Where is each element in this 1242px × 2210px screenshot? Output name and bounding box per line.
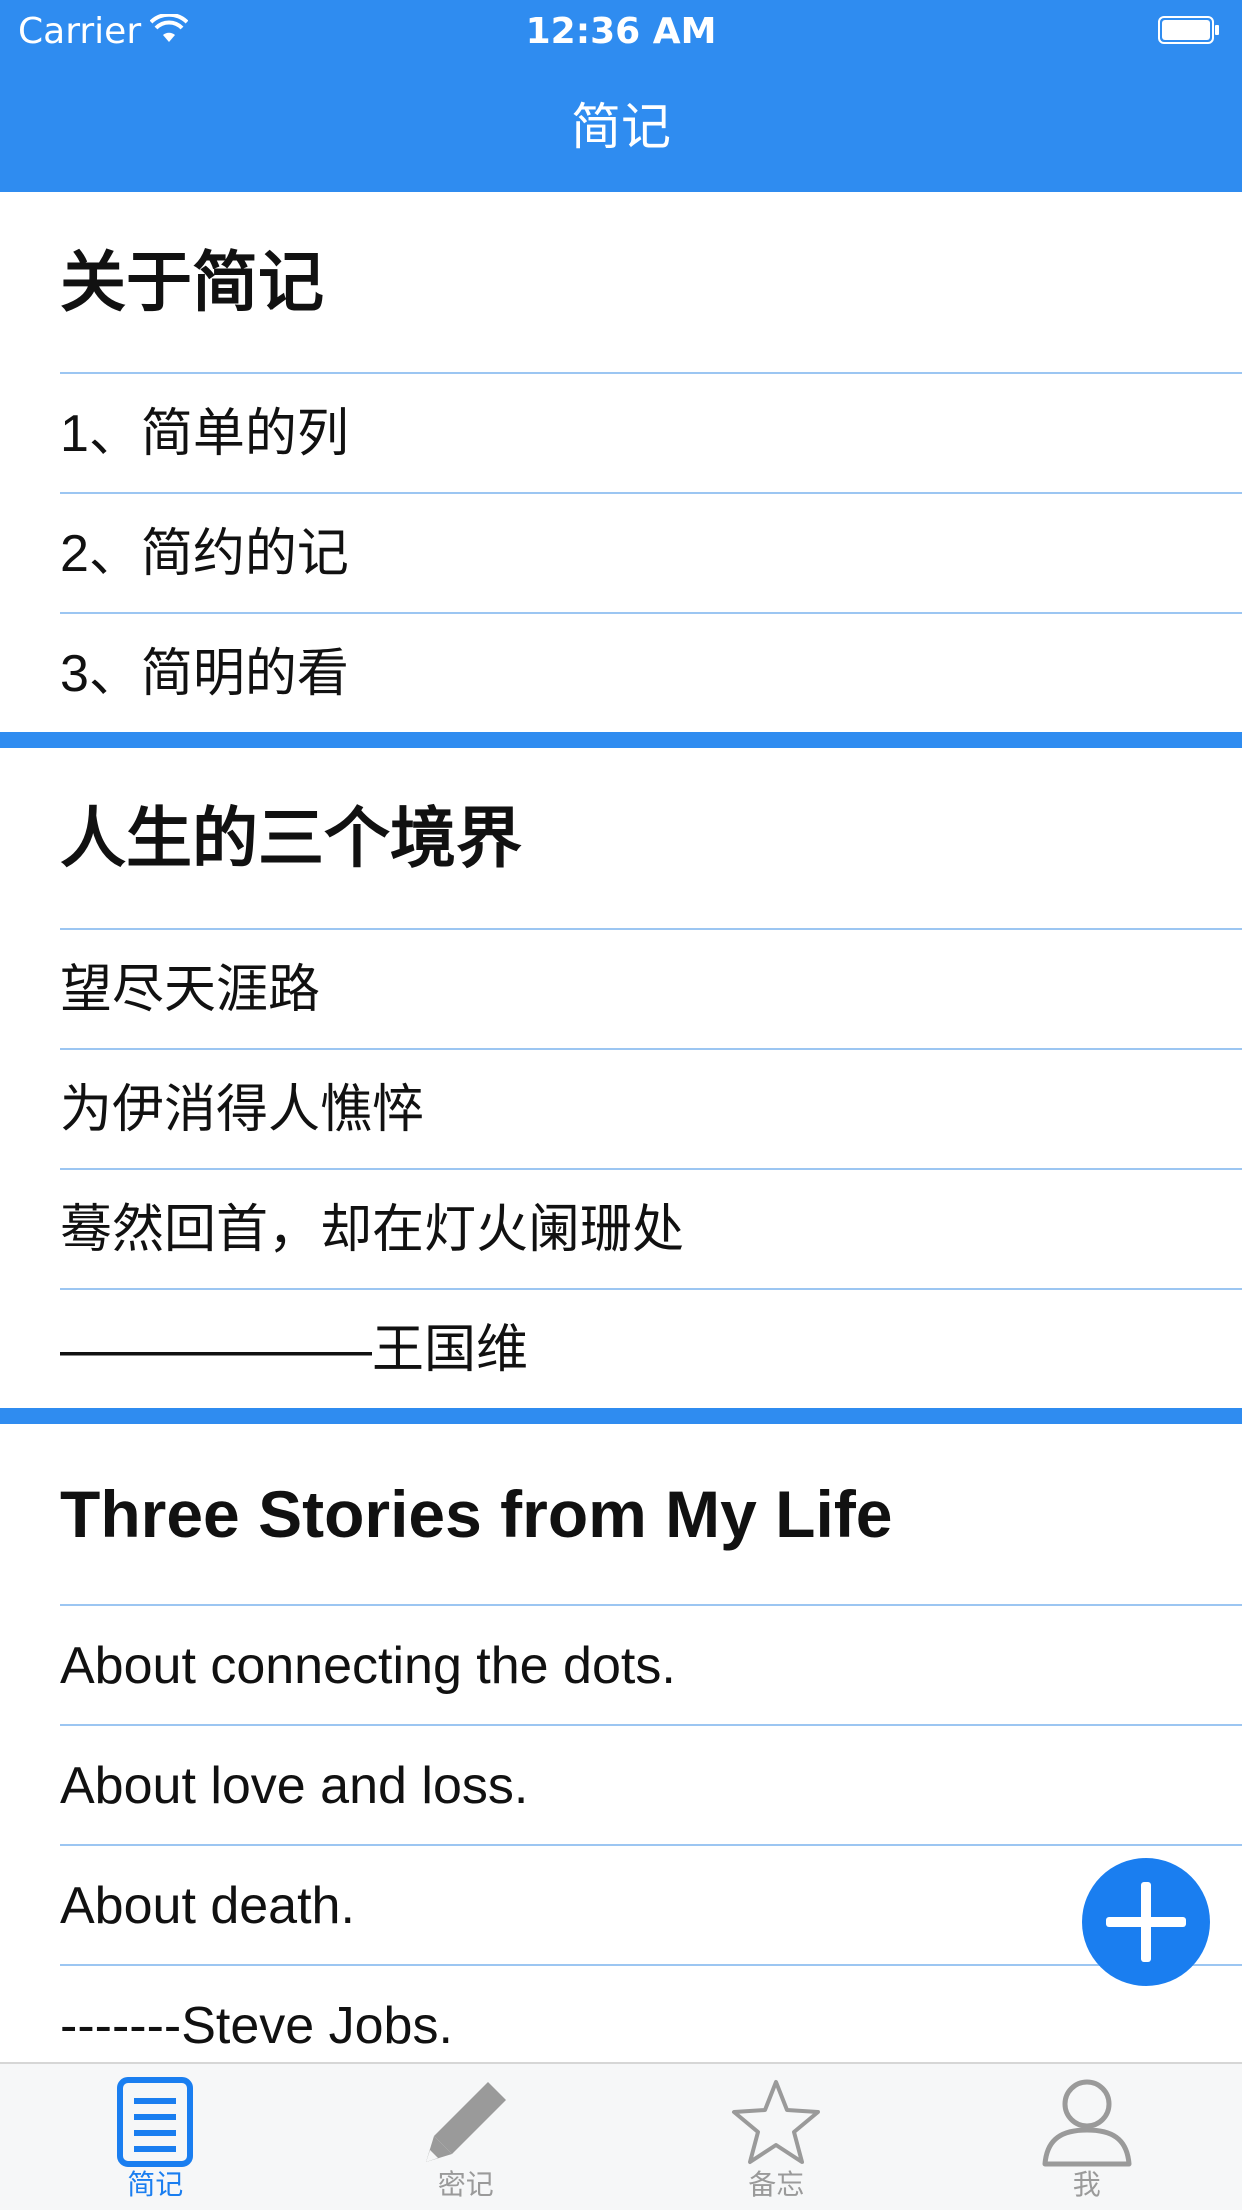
page-title: 简记 — [0, 62, 1242, 192]
status-time: 12:36 AM — [0, 10, 1242, 54]
person-icon — [1041, 2076, 1133, 2168]
tab-label: 我 — [932, 2168, 1242, 2202]
note-card[interactable]: 人生的三个境界 望尽天涯路 为伊消得人憔悴 蓦然回首，却在灯火阑珊处 —————… — [0, 748, 1242, 1408]
tab-label: 备忘 — [621, 2168, 932, 2202]
note-line: -------Steve Jobs. — [60, 1964, 1242, 2062]
note-title: 人生的三个境界 — [0, 748, 1242, 928]
tab-secret-notes[interactable]: 密记 — [311, 2064, 622, 2210]
note-line: About death. — [60, 1844, 1242, 1964]
note-line: ——————王国维 — [60, 1288, 1242, 1408]
tab-notes[interactable]: 简记 — [0, 2064, 311, 2210]
note-line: About connecting the dots. — [60, 1604, 1242, 1724]
note-line: 蓦然回首，却在灯火阑珊处 — [60, 1168, 1242, 1288]
add-note-button[interactable] — [1082, 1858, 1210, 1986]
status-bar: Carrier 12:36 AM — [0, 0, 1242, 62]
note-line: 为伊消得人憔悴 — [60, 1048, 1242, 1168]
note-line: About love and loss. — [60, 1724, 1242, 1844]
pencil-icon — [420, 2076, 512, 2168]
section-divider — [0, 1408, 1242, 1424]
battery-icon — [1158, 16, 1220, 44]
navigation-bar: 简记 — [0, 62, 1242, 192]
note-title: Three Stories from My Life — [0, 1424, 1242, 1604]
section-divider — [0, 732, 1242, 748]
tab-me[interactable]: 我 — [932, 2064, 1242, 2210]
tab-memo[interactable]: 备忘 — [621, 2064, 932, 2210]
note-line: 3、简明的看 — [60, 612, 1242, 732]
note-line: 2、简约的记 — [60, 492, 1242, 612]
note-list-icon — [116, 2076, 194, 2168]
tab-label: 简记 — [0, 2168, 311, 2202]
note-line: 望尽天涯路 — [60, 928, 1242, 1048]
notes-list[interactable]: 关于简记 1、简单的列 2、简约的记 3、简明的看 人生的三个境界 望尽天涯路 … — [0, 192, 1242, 2062]
note-card[interactable]: Three Stories from My Life About connect… — [0, 1424, 1242, 2062]
note-card[interactable]: 关于简记 1、简单的列 2、简约的记 3、简明的看 — [0, 192, 1242, 732]
tab-bar: 简记 密记 备忘 我 — [0, 2062, 1242, 2210]
tab-label: 密记 — [311, 2168, 622, 2202]
star-icon — [730, 2076, 822, 2168]
note-title: 关于简记 — [0, 192, 1242, 372]
note-line: 1、简单的列 — [60, 372, 1242, 492]
